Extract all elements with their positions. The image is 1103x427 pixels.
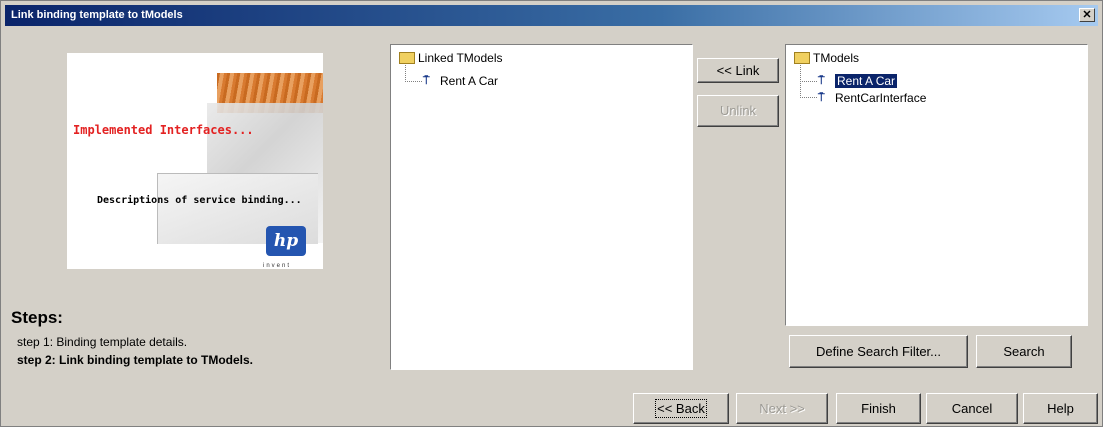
- window-title: Link binding template to tModels: [11, 9, 183, 21]
- tree-root-label: Linked TModels: [418, 51, 503, 65]
- tmodel-icon: ⍑: [818, 92, 825, 105]
- banner-heading: Implemented Interfaces...: [73, 123, 254, 137]
- cancel-button[interactable]: Cancel: [926, 393, 1018, 424]
- hp-logo-tagline: invent: [263, 263, 292, 269]
- steps-heading: Steps:: [11, 308, 63, 327]
- help-button[interactable]: Help: [1023, 393, 1098, 424]
- tree-item-rentcarinterface[interactable]: ⍑ RentCarInterface: [818, 91, 926, 105]
- tree-item-linked-rent-a-car[interactable]: ⍑ Rent A Car: [423, 74, 498, 88]
- define-search-filter-button[interactable]: Define Search Filter...: [789, 335, 968, 368]
- dialog-window: Link binding template to tModels ✕ Imple…: [0, 0, 1103, 427]
- finish-button[interactable]: Finish: [836, 393, 921, 424]
- banner-description: Descriptions of service binding...: [97, 195, 302, 206]
- folder-icon: [794, 51, 810, 64]
- tree-item-label: Rent A Car: [835, 74, 898, 88]
- hp-logo: hp: [266, 226, 306, 256]
- tree-connector-line: [405, 65, 422, 82]
- tree-root-label: TModels: [813, 51, 860, 65]
- tree-root-tmodels[interactable]: TModels: [794, 51, 859, 65]
- step-1-label: step 1: Binding template details.: [17, 335, 188, 349]
- title-bar[interactable]: Link binding template to tModels ✕: [5, 5, 1098, 26]
- tmodel-icon: ⍑: [423, 75, 430, 88]
- tree-connector-line: [800, 65, 817, 82]
- linked-tmodels-tree[interactable]: Linked TModels ⍑ Rent A Car: [390, 44, 693, 370]
- wizard-banner-image: Implemented Interfaces... Descriptions o…: [67, 53, 323, 269]
- tree-item-rent-a-car[interactable]: ⍑ Rent A Car: [818, 74, 898, 88]
- tmodels-tree[interactable]: TModels ⍑ Rent A Car ⍑ RentCarInterface: [785, 44, 1088, 326]
- tree-item-label: Rent A Car: [440, 74, 499, 88]
- step-2-label: step 2: Link binding template to TModels…: [17, 353, 254, 367]
- close-button[interactable]: ✕: [1079, 8, 1095, 22]
- next-button[interactable]: Next >>: [736, 393, 828, 424]
- tree-item-label: RentCarInterface: [835, 91, 927, 105]
- folder-icon: [399, 51, 415, 64]
- back-button[interactable]: << Back: [633, 393, 729, 424]
- tree-root-linked[interactable]: Linked TModels: [399, 51, 503, 65]
- unlink-button[interactable]: Unlink: [697, 95, 779, 127]
- tmodel-icon: ⍑: [818, 75, 825, 88]
- link-button[interactable]: << Link: [697, 58, 779, 83]
- search-button[interactable]: Search: [976, 335, 1072, 368]
- tree-connector-line: [800, 81, 817, 98]
